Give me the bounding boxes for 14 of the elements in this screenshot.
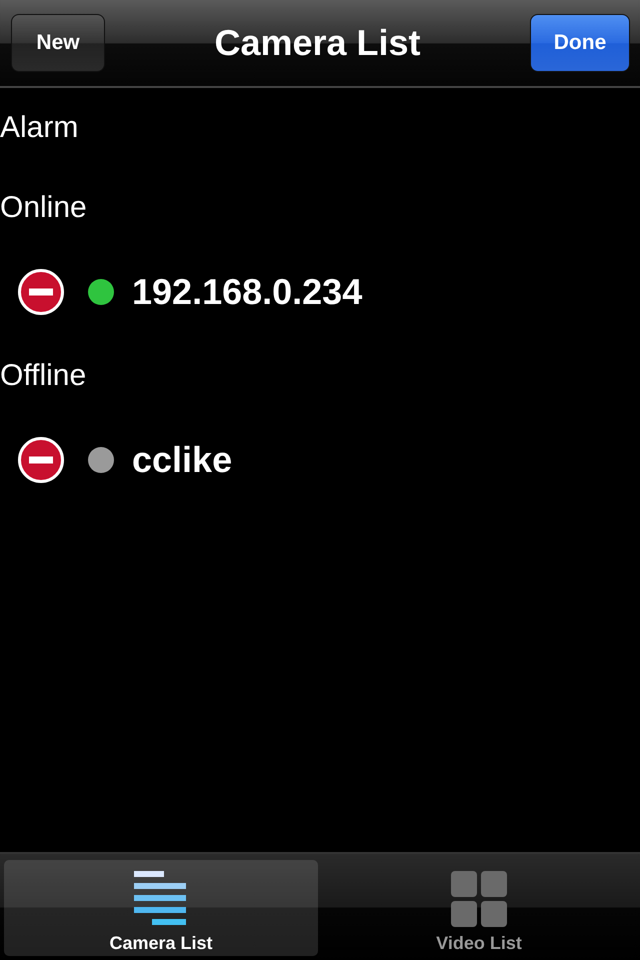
camera-name[interactable]: 192.168.0.234 xyxy=(132,271,362,313)
camera-name[interactable]: cclike xyxy=(132,439,232,481)
section-header: Alarm xyxy=(0,111,78,145)
grid-icon xyxy=(451,871,507,927)
section-header: Online xyxy=(0,191,87,225)
section-header: Offline xyxy=(0,359,86,393)
done-button[interactable]: Done xyxy=(530,14,630,72)
new-button[interactable]: New xyxy=(11,14,105,72)
list-icon xyxy=(134,871,188,927)
delete-icon[interactable] xyxy=(18,269,64,315)
delete-icon[interactable] xyxy=(18,437,64,483)
tab[interactable]: Camera List xyxy=(4,860,318,956)
screen-title: Camera List xyxy=(214,22,421,64)
tab[interactable]: Video List xyxy=(322,860,636,956)
